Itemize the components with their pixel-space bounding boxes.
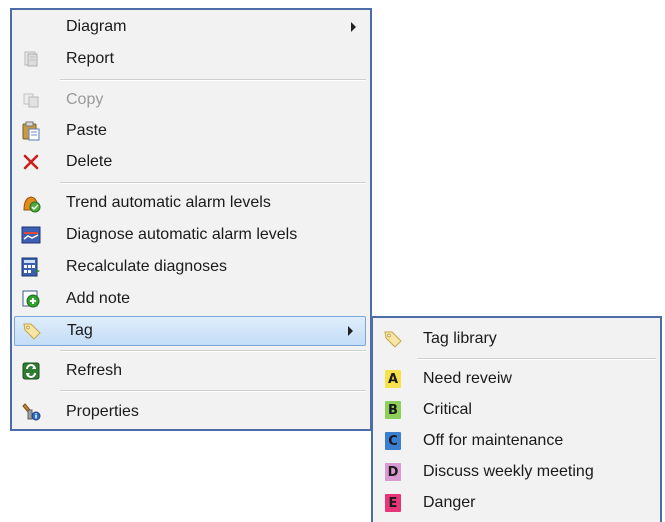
menu-item-label: Paste xyxy=(66,122,107,139)
submenu-item-label: Off for maintenance xyxy=(423,432,564,449)
tag-library-icon xyxy=(383,329,403,349)
context-menu: Diagram Report Copy Paste Delete Trend a… xyxy=(10,8,372,431)
refresh-icon xyxy=(21,361,41,381)
properties-icon xyxy=(21,402,41,422)
submenu-item-need-review[interactable]: A Need reveiw xyxy=(373,364,660,394)
menu-item-diagram[interactable]: Diagram xyxy=(12,12,370,42)
menu-item-copy[interactable]: Copy xyxy=(12,85,370,115)
submenu-item-label: Danger xyxy=(423,494,476,511)
menu-item-trend-alarm-levels[interactable]: Trend automatic alarm levels xyxy=(12,188,370,218)
tag-b-icon: B xyxy=(383,400,403,420)
delete-icon xyxy=(21,152,41,172)
submenu-item-label: Critical xyxy=(423,401,472,418)
menu-item-recalculate-diagnoses[interactable]: Recalculate diagnoses xyxy=(12,252,370,282)
menu-item-label: Diagnose automatic alarm levels xyxy=(66,226,298,243)
tag-e-icon: E xyxy=(383,493,403,513)
submenu-item-off-for-maintenance[interactable]: C Off for maintenance xyxy=(373,426,660,456)
menu-separator xyxy=(60,390,366,392)
menu-item-label: Copy xyxy=(66,91,104,108)
menu-item-diagnose-alarm-levels[interactable]: Diagnose automatic alarm levels xyxy=(12,220,370,250)
diagnose-alarm-icon xyxy=(21,225,41,245)
tag-d-icon: D xyxy=(383,462,403,482)
menu-separator xyxy=(60,182,366,184)
recalculate-icon xyxy=(21,257,41,277)
menu-item-report[interactable]: Report xyxy=(12,44,370,74)
report-icon xyxy=(21,49,41,69)
menu-item-tag[interactable]: Tag xyxy=(14,316,366,346)
submenu-item-label: Need reveiw xyxy=(423,370,512,387)
menu-item-label: Delete xyxy=(66,153,113,170)
submenu-item-danger[interactable]: E Danger xyxy=(373,488,660,518)
tag-a-icon: A xyxy=(383,369,403,389)
submenu-item-label: Discuss weekly meeting xyxy=(423,463,594,480)
menu-item-label: Diagram xyxy=(66,18,127,35)
menu-separator xyxy=(417,358,656,360)
menu-item-label: Tag xyxy=(67,322,93,339)
menu-item-label: Recalculate diagnoses xyxy=(66,258,227,275)
submenu-item-discuss-weekly-meeting[interactable]: D Discuss weekly meeting xyxy=(373,457,660,487)
paste-icon xyxy=(21,121,41,141)
menu-separator xyxy=(60,350,366,352)
menu-separator xyxy=(60,79,366,81)
tag-c-icon: C xyxy=(383,431,403,451)
submenu-arrow-icon xyxy=(351,22,356,32)
tag-submenu: Tag library A Need reveiw B Critical C O… xyxy=(371,316,662,522)
trend-alarm-icon xyxy=(21,193,41,213)
menu-item-properties[interactable]: Properties xyxy=(12,397,370,427)
submenu-item-tag-library[interactable]: Tag library xyxy=(373,324,660,354)
menu-item-label: Report xyxy=(66,50,115,67)
menu-item-refresh[interactable]: Refresh xyxy=(12,356,370,386)
copy-icon xyxy=(21,90,41,110)
submenu-arrow-icon xyxy=(348,326,353,336)
tag-icon xyxy=(22,321,42,341)
menu-item-paste[interactable]: Paste xyxy=(12,116,370,146)
add-note-icon xyxy=(21,289,41,309)
menu-item-label: Trend automatic alarm levels xyxy=(66,194,271,211)
menu-item-label: Add note xyxy=(66,290,131,307)
submenu-item-label: Tag library xyxy=(423,330,497,347)
menu-item-label: Properties xyxy=(66,403,139,420)
menu-item-add-note[interactable]: Add note xyxy=(12,284,370,314)
menu-item-delete[interactable]: Delete xyxy=(12,147,370,177)
menu-item-label: Refresh xyxy=(66,362,123,379)
submenu-item-critical[interactable]: B Critical xyxy=(373,395,660,425)
